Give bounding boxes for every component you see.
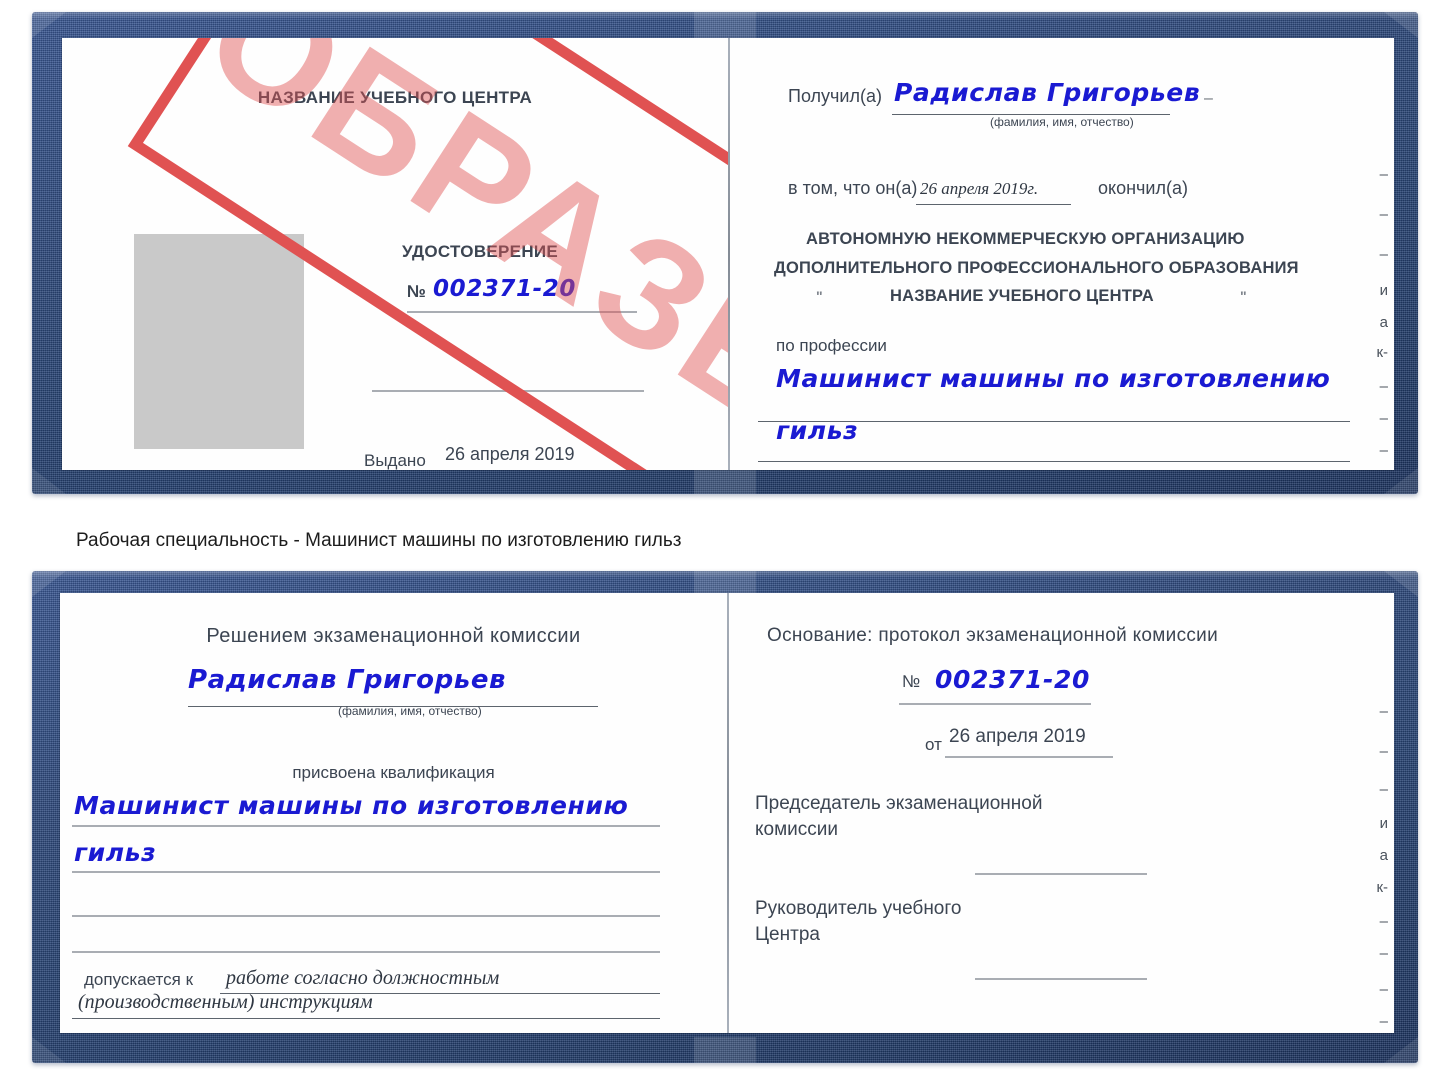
edge-fragment-2: – bbox=[1379, 206, 1388, 223]
caption-text: Рабочая специальность - Машинист машины … bbox=[76, 530, 682, 551]
org-quote-close: " bbox=[1240, 288, 1247, 304]
back-number-rule bbox=[899, 703, 1091, 705]
back-name-value: Радислав Григорьев bbox=[188, 665, 507, 695]
cover-flap-bottom-left bbox=[32, 468, 66, 494]
back-left-page: Решением экзаменационной комиссии Радисл… bbox=[60, 593, 727, 1033]
edge-fragment-5: а bbox=[1379, 314, 1388, 331]
spine-notch-top bbox=[694, 12, 756, 38]
number-value-front: 002371-20 bbox=[433, 276, 576, 302]
issued-label: Выдано bbox=[364, 451, 426, 470]
edge-fragment-6: к- bbox=[1376, 344, 1388, 361]
received-name-value: Радислав Григорьев bbox=[894, 78, 1201, 107]
admitted-value-line-1: работе согласно должностным bbox=[226, 967, 500, 989]
commission-heading: Решением экзаменационной комиссии bbox=[206, 625, 581, 647]
qualification-label: присвоена квалификация bbox=[292, 763, 495, 782]
cover-flap-top-right bbox=[1384, 12, 1418, 38]
edge-fragment-3: – bbox=[1379, 246, 1388, 263]
in-that-label: в том, что он(а) bbox=[788, 178, 918, 198]
document-title: УДОСТОВЕРЕНИЕ bbox=[401, 242, 559, 261]
number-rule-front bbox=[407, 311, 637, 313]
photo-placeholder bbox=[134, 234, 304, 449]
back-edge-fragment-4: и bbox=[1379, 815, 1388, 832]
edge-fragment-9: – bbox=[1379, 442, 1388, 459]
cover-flap-bottom-right-back bbox=[1384, 1037, 1418, 1063]
front-left-page: НАЗВАНИЕ УЧЕБНОГО ЦЕНТРА УДОСТОВЕРЕНИЕ №… bbox=[62, 38, 728, 470]
issued-date-value: 26 апреля 2019 bbox=[445, 444, 575, 464]
back-edge-fragment-2: – bbox=[1379, 743, 1388, 760]
back-edge-fragment-3: – bbox=[1379, 781, 1388, 798]
spine-notch-bottom-back bbox=[694, 1037, 756, 1063]
profession-value-line-2: гильз bbox=[776, 416, 859, 445]
back-date-rule bbox=[945, 756, 1113, 758]
received-label: Получил(а) bbox=[788, 86, 882, 106]
head-signature-rule bbox=[975, 978, 1147, 980]
qualification-rule-4 bbox=[72, 951, 660, 953]
head-line-1: Руководитель учебного bbox=[755, 898, 962, 919]
blank-rule-front-1 bbox=[372, 390, 644, 392]
org-line-1: АВТОНОМНУЮ НЕКОММЕРЧЕСКУЮ ОРГАНИЗАЦИЮ bbox=[806, 230, 1245, 248]
chairman-line-2: комиссии bbox=[755, 819, 838, 840]
admitted-value-line-2: (производственным) инструкциям bbox=[78, 991, 373, 1013]
certificate-back: Решением экзаменационной комиссии Радисл… bbox=[32, 571, 1418, 1063]
qualification-rule-3 bbox=[72, 915, 660, 917]
spine-notch-bottom bbox=[694, 468, 756, 494]
finish-date-value: 26 апреля 2019г. bbox=[920, 179, 1039, 198]
org-line-2: ДОПОЛНИТЕЛЬНОГО ПРОФЕССИОНАЛЬНОГО ОБРАЗО… bbox=[774, 259, 1299, 277]
qualification-value-line-2: гильз bbox=[74, 838, 157, 867]
admitted-rule-2 bbox=[72, 1018, 660, 1019]
back-edge-fragment-1: – bbox=[1379, 703, 1388, 720]
chairman-line-1: Председатель экзаменационной bbox=[755, 793, 1043, 814]
number-label-front: № bbox=[407, 282, 426, 301]
certificate-front-pages: НАЗВАНИЕ УЧЕБНОГО ЦЕНТРА УДОСТОВЕРЕНИЕ №… bbox=[62, 38, 1394, 470]
profession-rule-2 bbox=[758, 461, 1350, 462]
qualification-rule-1 bbox=[72, 825, 660, 827]
back-edge-fragment-5: а bbox=[1379, 847, 1388, 864]
back-date-label: от bbox=[925, 735, 942, 754]
back-name-hint: (фамилия, имя, отчество) bbox=[338, 704, 482, 718]
certificate-front: НАЗВАНИЕ УЧЕБНОГО ЦЕНТРА УДОСТОВЕРЕНИЕ №… bbox=[32, 12, 1418, 494]
front-edge-dash-a: – bbox=[1204, 90, 1213, 107]
seal-label: М.П. bbox=[192, 468, 228, 470]
back-edge-fragment-10: – bbox=[1379, 1013, 1388, 1030]
back-right-page: Основание: протокол экзаменационной коми… bbox=[727, 593, 1394, 1033]
qualification-value-line-1: Машинист машины по изготовлению bbox=[74, 791, 629, 820]
back-edge-fragment-7: – bbox=[1379, 913, 1388, 930]
org-line-3: НАЗВАНИЕ УЧЕБНОГО ЦЕНТРА bbox=[890, 287, 1154, 305]
cover-flap-bottom-right bbox=[1384, 468, 1418, 494]
profession-label: по профессии bbox=[776, 336, 887, 355]
cover-flap-top-left bbox=[32, 12, 66, 38]
back-edge-fragment-8: – bbox=[1379, 945, 1388, 962]
admitted-label: допускается к bbox=[84, 970, 194, 989]
basis-label: Основание: протокол экзаменационной коми… bbox=[767, 625, 1219, 646]
back-number-value: 002371-20 bbox=[935, 665, 1090, 694]
back-number-label: № bbox=[902, 672, 921, 691]
certificate-back-pages: Решением экзаменационной комиссии Радисл… bbox=[60, 593, 1394, 1033]
qualification-rule-2 bbox=[72, 871, 660, 873]
back-date-value: 26 апреля 2019 bbox=[949, 726, 1086, 747]
org-quote-open: " bbox=[816, 288, 823, 304]
finished-label: окончил(а) bbox=[1098, 178, 1188, 198]
cover-flap-bottom-left-back bbox=[32, 1037, 66, 1063]
back-edge-fragment-9: – bbox=[1379, 981, 1388, 998]
edge-fragment-8: – bbox=[1379, 410, 1388, 427]
training-center-name-front: НАЗВАНИЕ УЧЕБНОГО ЦЕНТРА bbox=[257, 88, 533, 107]
received-hint: (фамилия, имя, отчество) bbox=[990, 115, 1134, 129]
front-right-page: Получил(а) Радислав Григорьев (фамилия, … bbox=[728, 38, 1394, 470]
profession-value-line-1: Машинист машины по изготовлению bbox=[776, 364, 1331, 393]
edge-fragment-1: – bbox=[1379, 166, 1388, 183]
edge-fragment-7: – bbox=[1379, 378, 1388, 395]
back-edge-fragment-6: к- bbox=[1376, 879, 1388, 896]
finish-date-rule bbox=[916, 204, 1071, 205]
head-line-2: Центра bbox=[755, 924, 820, 945]
edge-fragment-4: и bbox=[1379, 282, 1388, 299]
chairman-signature-rule bbox=[975, 873, 1147, 875]
